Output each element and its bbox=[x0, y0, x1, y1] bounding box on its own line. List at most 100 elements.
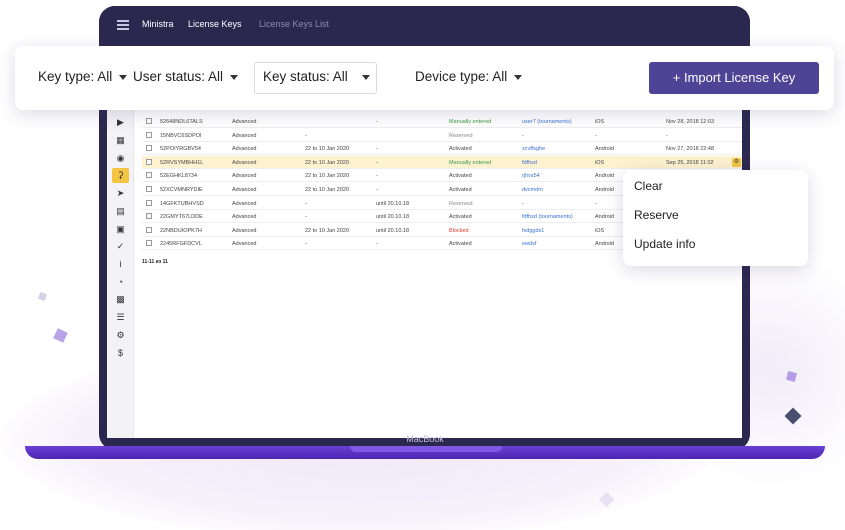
cell-status: Activated bbox=[449, 187, 472, 193]
row-checkbox[interactable] bbox=[146, 213, 152, 220]
cell-key: 52648NDL6TALS bbox=[160, 119, 203, 125]
cell-os: Android bbox=[595, 173, 614, 180]
row-checkbox[interactable] bbox=[146, 118, 152, 124]
row-actions-gear-icon[interactable]: ⚙ bbox=[732, 157, 741, 167]
cell-period: - bbox=[305, 200, 307, 207]
cell-status: Manually entered bbox=[449, 159, 492, 166]
cell-date: Nov 28, 2018 12:03 bbox=[666, 119, 715, 125]
cell-period: 22 to 10 Jan 2020 bbox=[305, 146, 350, 153]
row-checkbox[interactable] bbox=[146, 240, 152, 247]
chevron-down-icon bbox=[514, 74, 523, 80]
cell-key: 52RVSYMBHH1L bbox=[160, 159, 204, 166]
cell-os: Android bbox=[595, 146, 614, 153]
row-checkbox[interactable] bbox=[146, 172, 152, 179]
cell-os: - bbox=[595, 200, 597, 207]
row-checkbox[interactable] bbox=[146, 158, 152, 165]
menu-item-reserve[interactable]: Reserve bbox=[634, 208, 679, 222]
users-icon[interactable]: ◉ bbox=[112, 151, 129, 166]
cell-key: 14GFKTUBHVSD bbox=[160, 200, 204, 207]
cell-device[interactable]: rjhvs54 bbox=[522, 173, 540, 179]
cell-key: 2245RFGFDCVL bbox=[160, 241, 202, 248]
cell-status: Reserved bbox=[449, 132, 473, 139]
chevron-down-icon bbox=[119, 74, 128, 80]
cell-until: until 20.10.18 bbox=[376, 227, 410, 234]
megaphone-icon[interactable]: ▶ bbox=[112, 115, 129, 130]
row-checkbox[interactable] bbox=[146, 226, 152, 233]
key-type-filter[interactable]: Key type: All bbox=[38, 69, 128, 84]
cell-device[interactable]: - bbox=[522, 133, 524, 139]
cell-until: until 20.10.18 bbox=[376, 200, 410, 207]
filter-bar: Key type: All User status: All Key statu… bbox=[15, 46, 834, 110]
cell-period: 22 to 10 Jan 2020 bbox=[305, 227, 350, 234]
cell-device[interactable]: dvcmdm bbox=[522, 187, 543, 193]
hamburger-menu-icon[interactable] bbox=[117, 20, 129, 30]
table-row[interactable]: 52RVSYMBHH1L Advanced 22 to 10 Jan 2020 - Ma… bbox=[142, 155, 742, 169]
cell-os: iOS bbox=[595, 119, 605, 125]
laptop-notch bbox=[350, 446, 502, 452]
cell-period: - bbox=[305, 241, 307, 248]
cell-device[interactable]: fdfhsd bbox=[522, 160, 537, 166]
table-row[interactable]: 15NBVC6SDPOI Advanced - Reserved - - - bbox=[142, 129, 742, 142]
cell-status: Activated bbox=[449, 214, 472, 221]
menu-item-update-info[interactable]: Update info bbox=[634, 237, 695, 251]
check-icon[interactable]: ✓ bbox=[112, 239, 129, 254]
cell-until: - bbox=[376, 146, 378, 153]
cell-device[interactable]: fdfhsd (tournaments) bbox=[522, 214, 573, 220]
lock-icon[interactable]: ▣ bbox=[112, 222, 129, 237]
table-row[interactable]: 52POIYRGBV54 Advanced 22 to 10 Jan 2020 - Ac… bbox=[142, 142, 742, 156]
cell-key: 15NBVC6SDPOI bbox=[160, 132, 202, 139]
device-type-filter[interactable]: Device type: All bbox=[415, 69, 523, 84]
cell-type: Advanced bbox=[232, 132, 257, 139]
cell-status: Activated bbox=[449, 173, 472, 180]
chevron-down-icon bbox=[361, 74, 370, 80]
import-license-key-button[interactable]: + Import License Key bbox=[649, 62, 819, 94]
row-checkbox[interactable] bbox=[146, 199, 152, 206]
cell-type: Advanced bbox=[232, 187, 257, 193]
cell-period: 22 to 10 Jan 2020 bbox=[305, 159, 350, 166]
row-checkbox[interactable] bbox=[146, 186, 152, 192]
cell-device[interactable]: user7 (tournaments) bbox=[522, 119, 572, 125]
cell-key: 22NBDUIOPK7H bbox=[160, 227, 202, 234]
cell-os: Android bbox=[595, 187, 614, 193]
cell-os: iOS bbox=[595, 227, 605, 234]
calculator-icon[interactable]: ▦ bbox=[112, 133, 129, 148]
cell-until: - bbox=[376, 159, 378, 166]
menu-item-clear[interactable]: Clear bbox=[634, 179, 663, 193]
key-icon[interactable]: ⚳ bbox=[112, 168, 129, 183]
cell-os: Android bbox=[595, 241, 614, 248]
breadcrumb-license-keys[interactable]: License Keys bbox=[188, 19, 242, 29]
list-icon[interactable]: ☰ bbox=[112, 310, 129, 325]
breadcrumb-ministra[interactable]: Ministra bbox=[142, 19, 174, 29]
cell-status: Manually entered bbox=[449, 119, 492, 125]
cell-type: Advanced bbox=[232, 214, 257, 221]
cell-device[interactable]: xcvffsghe bbox=[522, 146, 545, 152]
pagination-info: 11-11 из 11 bbox=[142, 259, 168, 265]
row-checkbox[interactable] bbox=[146, 145, 152, 152]
row-context-menu: Clear Reserve Update info bbox=[623, 170, 808, 266]
cell-status: Activated bbox=[449, 241, 472, 248]
cell-device[interactable]: fsdggds1 bbox=[522, 228, 544, 234]
cell-type: Advanced bbox=[232, 173, 257, 180]
key-status-filter[interactable]: Key status: All bbox=[263, 69, 370, 84]
cell-period: - bbox=[305, 132, 307, 139]
cell-status: Reserved bbox=[449, 200, 473, 207]
cell-date: Nov 27, 2018 22:48 bbox=[666, 146, 715, 153]
row-checkbox[interactable] bbox=[146, 131, 152, 138]
archive-icon[interactable]: ▩ bbox=[112, 292, 129, 307]
pie-chart-icon[interactable]: ◔ bbox=[112, 275, 129, 290]
calendar-icon[interactable]: ▤ bbox=[112, 204, 129, 219]
table-row[interactable]: 52648NDL6TALS Advanced - Manually entered us… bbox=[142, 115, 742, 128]
cell-period: - bbox=[305, 214, 307, 221]
cell-period: 22 to 10 Jan 2020 bbox=[305, 187, 350, 193]
dollar-icon[interactable]: $ bbox=[112, 346, 129, 361]
cell-date: Sep 25, 2018 11:02 bbox=[666, 159, 714, 166]
info-icon[interactable]: i bbox=[112, 257, 129, 272]
cogs-icon[interactable]: ⚙ bbox=[112, 328, 129, 343]
cell-type: Advanced bbox=[232, 227, 257, 234]
cell-date: - bbox=[666, 132, 668, 139]
cell-device[interactable]: - bbox=[522, 201, 524, 207]
user-status-filter[interactable]: User status: All bbox=[133, 69, 239, 84]
cell-type: Advanced bbox=[232, 146, 257, 153]
rocket-icon[interactable]: ➤ bbox=[112, 186, 129, 201]
cell-device[interactable]: ewdsf bbox=[522, 241, 536, 247]
